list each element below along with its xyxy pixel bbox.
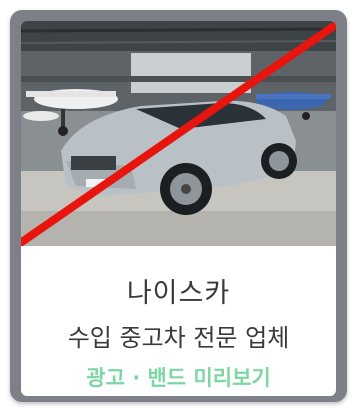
- band-preview-link[interactable]: 광고 · 밴드 미리보기: [21, 362, 336, 392]
- ad-text-area: 나이스카 수입 중고차 전문 업체 광고 · 밴드 미리보기: [21, 246, 336, 396]
- ad-subtitle: 수입 중고차 전문 업체: [67, 324, 290, 352]
- ad-card-content[interactable]: 나이스카 수입 중고차 전문 업체 광고 · 밴드 미리보기: [21, 21, 336, 396]
- car-photo-image: [21, 21, 336, 246]
- ad-title[interactable]: 나이스카: [21, 271, 336, 310]
- ad-card[interactable]: 나이스카 수입 중고차 전문 업체 광고 · 밴드 미리보기: [10, 10, 347, 402]
- ad-thumbnail[interactable]: [21, 21, 336, 246]
